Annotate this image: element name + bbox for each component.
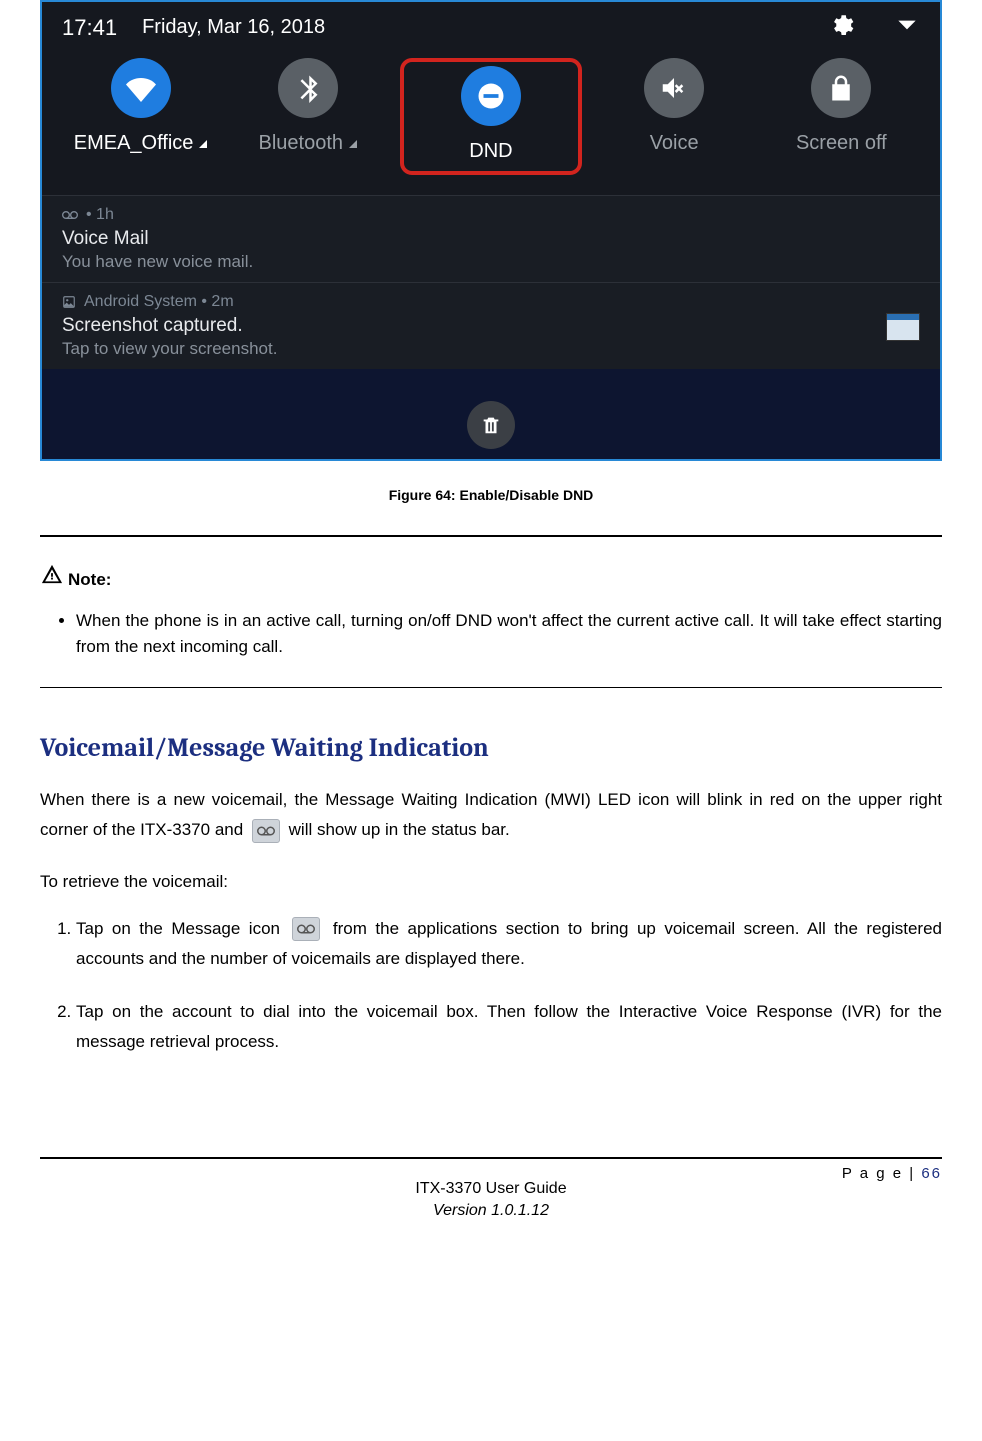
dnd-icon bbox=[461, 66, 521, 126]
warning-triangle-icon bbox=[40, 563, 64, 590]
notif-meta: • 1h bbox=[62, 206, 920, 224]
voice-toggle[interactable]: Voice bbox=[599, 58, 749, 175]
speaker-mute-icon bbox=[644, 58, 704, 118]
retrieve-label: To retrieve the voicemail: bbox=[40, 872, 942, 892]
voicemail-notification[interactable]: • 1h Voice Mail You have new voice mail. bbox=[42, 195, 940, 282]
note-bullet: When the phone is in an active call, tur… bbox=[76, 608, 942, 661]
step-1: Tap on the Message icon from the applica… bbox=[76, 914, 942, 974]
dnd-label: DND bbox=[469, 140, 512, 163]
wifi-toggle[interactable]: EMEA_Office bbox=[66, 58, 216, 175]
divider bbox=[40, 687, 942, 688]
footer-doc-info: ITX-3370 User Guide Version 1.0.1.12 bbox=[40, 1178, 942, 1223]
screen-label: Screen off bbox=[796, 132, 887, 155]
section-heading: Voicemail/Message Waiting Indication bbox=[40, 733, 942, 763]
intro-paragraph: When there is a new voicemail, the Messa… bbox=[40, 785, 942, 846]
screen-lock-toggle[interactable]: Screen off bbox=[766, 58, 916, 175]
dropdown-triangle-icon bbox=[199, 140, 207, 148]
step-2: Tap on the account to dial into the voic… bbox=[76, 997, 942, 1057]
screenshot-thumbnail-icon bbox=[886, 313, 920, 341]
notif-sub: You have new voice mail. bbox=[62, 252, 920, 272]
dnd-highlight: DND bbox=[400, 58, 582, 175]
dnd-screenshot: 17:41 Friday, Mar 16, 2018 EMEA_Office B… bbox=[40, 0, 942, 461]
bluetooth-icon bbox=[278, 58, 338, 118]
dropdown-triangle-icon bbox=[349, 140, 357, 148]
note-label: Note: bbox=[68, 570, 111, 590]
page-footer: P a g e | 66 ITX-3370 User Guide Version… bbox=[40, 1157, 942, 1223]
notif-sub: Tap to view your screenshot. bbox=[62, 339, 920, 359]
screenshot-notification[interactable]: Android System • 2m Screenshot captured.… bbox=[42, 282, 940, 369]
chevron-down-icon[interactable] bbox=[894, 12, 920, 43]
note-list: When the phone is in an active call, tur… bbox=[40, 608, 942, 661]
clear-all-button[interactable] bbox=[467, 401, 515, 449]
note-heading: Note: bbox=[40, 563, 942, 590]
steps-list: Tap on the Message icon from the applica… bbox=[40, 914, 942, 1057]
notification-footer bbox=[42, 369, 940, 459]
clock-time: 17:41 bbox=[62, 15, 117, 41]
notif-meta: Android System • 2m bbox=[62, 293, 920, 311]
voicemail-app-icon bbox=[292, 917, 320, 941]
voicemail-statusbar-icon bbox=[252, 819, 280, 843]
statusbar-header: 17:41 Friday, Mar 16, 2018 bbox=[42, 2, 940, 53]
settings-gear-icon[interactable] bbox=[828, 12, 854, 43]
clock-date: Friday, Mar 16, 2018 bbox=[142, 16, 325, 39]
divider bbox=[40, 535, 942, 537]
figure-caption: Figure 64: Enable/Disable DND bbox=[40, 487, 942, 503]
bluetooth-label: Bluetooth bbox=[259, 132, 358, 155]
wifi-icon bbox=[111, 58, 171, 118]
notif-title: Voice Mail bbox=[62, 228, 920, 250]
lock-icon bbox=[811, 58, 871, 118]
quick-toggles-row: EMEA_Office Bluetooth DND Voice bbox=[42, 53, 940, 195]
notif-title: Screenshot captured. bbox=[62, 315, 920, 337]
voice-label: Voice bbox=[650, 132, 699, 155]
page-number: P a g e | 66 bbox=[842, 1165, 942, 1182]
dnd-toggle[interactable]: DND bbox=[416, 66, 566, 163]
bluetooth-toggle[interactable]: Bluetooth bbox=[233, 58, 383, 175]
wifi-label: EMEA_Office bbox=[74, 132, 208, 155]
